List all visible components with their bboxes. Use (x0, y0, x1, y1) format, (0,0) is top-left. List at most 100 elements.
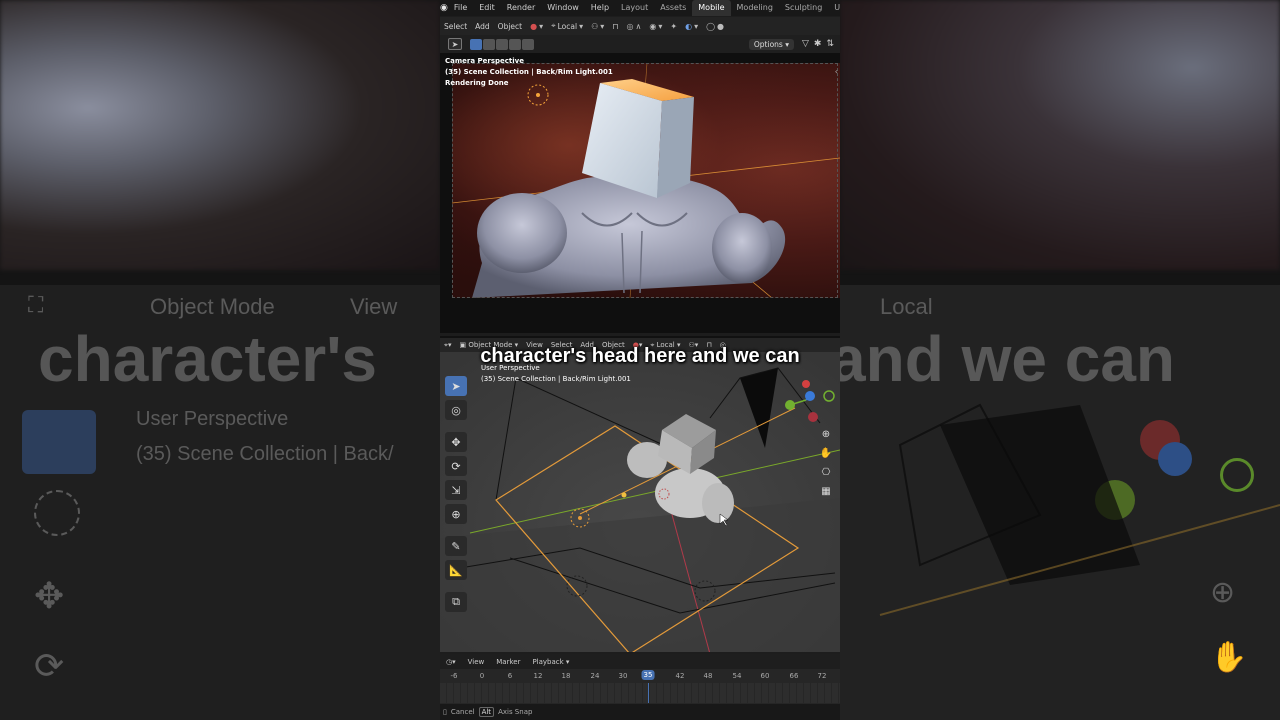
viewport-collection-label: (35) Scene Collection | Back/Rim Light.0… (481, 375, 631, 383)
orientation-dropdown[interactable]: ⌖ Local ▾ (547, 21, 587, 31)
frame-tick: 54 (732, 672, 742, 680)
add-cube-icon: ⧉ (452, 595, 460, 608)
status-cancel-label: Cancel (450, 708, 475, 716)
select-box-tool-icon[interactable]: ➤ (448, 38, 462, 50)
frame-tick: 24 (590, 672, 600, 680)
scale-icon: ⇲ (451, 483, 461, 497)
render-camera-label: Camera Perspective (445, 57, 524, 65)
background-wireframe (879, 403, 1280, 616)
header-object-menu[interactable]: Object (494, 22, 526, 31)
clock-icon: ◷ (446, 657, 453, 666)
tool-settings-row: ➤ Options ▾ ▽ ✱ ⇅ (440, 35, 840, 53)
magnet-icon: ⊓ (612, 21, 619, 31)
tab-sculpting[interactable]: Sculpting (779, 0, 828, 16)
measure-ruler-icon: 📐 (449, 563, 463, 577)
proportional-edit-toggle[interactable]: ◎ ∧ (623, 22, 646, 31)
chevron-down-icon: ▾ (579, 21, 584, 31)
select-mode-extend-button[interactable] (483, 38, 495, 50)
transform-icon: ⊕ (451, 507, 461, 521)
gizmo-icon: ✦ (670, 21, 678, 31)
tab-modeling[interactable]: Modeling (731, 0, 779, 16)
select-mode-subtract-button[interactable] (496, 38, 508, 50)
tab-uv-editing[interactable]: UV Editing (828, 0, 840, 28)
3d-viewport[interactable]: ⌖▾ ▣ Object Mode ▾ View Select Add Objec… (440, 336, 840, 652)
menu-file[interactable]: File (448, 0, 473, 16)
mouse-left-icon: ▯ (443, 708, 447, 716)
settings-gear-icon[interactable]: ✱ (814, 39, 822, 49)
move-tool-button[interactable]: ✥ (445, 432, 467, 452)
frame-tick: 30 (618, 672, 628, 680)
orientation-icon: ⌖ (551, 21, 556, 30)
background-mode-label: Object Mode (150, 294, 275, 319)
tab-layout[interactable]: Layout (615, 0, 654, 16)
camera-view-icon[interactable]: ⎔ (818, 464, 834, 480)
proportional-icon: ◎ (626, 21, 634, 31)
tab-assets[interactable]: Assets (654, 0, 692, 16)
options-dropdown[interactable]: Options ▾ (748, 38, 794, 50)
background-caption-left: character's (38, 323, 377, 395)
sort-icon[interactable]: ⇅ (826, 39, 834, 49)
chevron-down-icon: ▾ (694, 21, 699, 31)
navigation-controls: ⊕ ✋ ⎔ ▦ (818, 426, 834, 499)
scale-tool-button[interactable]: ⇲ (445, 480, 467, 500)
snap-toggle[interactable]: ⊓ (608, 22, 622, 31)
menu-edit[interactable]: Edit (473, 0, 501, 16)
header-select-menu[interactable]: Select (440, 22, 471, 31)
annotate-tool-button[interactable]: ✎ (445, 536, 467, 556)
timeline-editor-type-dropdown[interactable]: ◷▾ (440, 658, 462, 666)
object-color-icon: ● (530, 21, 538, 31)
background-collection-label: (35) Scene Collection | Back/ (136, 443, 394, 465)
gizmo-toggle[interactable]: ✦ (666, 22, 681, 31)
current-frame-indicator[interactable]: 35 (641, 670, 655, 680)
tab-mobile[interactable]: Mobile (692, 0, 731, 16)
add-cube-tool-button[interactable]: ⧉ (445, 592, 467, 612)
blender-logo-icon[interactable]: ◉ (440, 0, 448, 16)
top-menubar: ◉ File Edit Render Window Help Layout As… (440, 0, 840, 28)
chevron-down-icon: ▾ (658, 21, 663, 31)
zoom-icon[interactable]: ⊕ (818, 426, 834, 442)
shading-buttons[interactable]: ◯ ● (702, 22, 728, 31)
shading-wire-icon: ◯ (706, 21, 716, 31)
background-cursor-tool (34, 490, 80, 536)
background-render-blur (0, 0, 440, 270)
rotate-tool-button[interactable]: ⟳ (445, 456, 467, 476)
menu-help[interactable]: Help (585, 0, 615, 16)
collapse-arrow-icon[interactable]: ‹ (835, 67, 838, 76)
select-mode-intersect-button[interactable] (522, 38, 534, 50)
visibility-dropdown[interactable]: ◉ ▾ (645, 22, 666, 31)
select-mode-new-button[interactable] (470, 38, 482, 50)
header-add-menu[interactable]: Add (471, 22, 494, 31)
timeline-view-menu[interactable]: View (462, 658, 491, 666)
transform-tool-button[interactable]: ⊕ (445, 504, 467, 524)
playhead-line[interactable] (648, 683, 649, 703)
timeline-track[interactable] (440, 683, 840, 703)
cursor-tool-button[interactable]: ◎ (445, 400, 467, 420)
menu-render[interactable]: Render (501, 0, 541, 16)
timeline-ruler[interactable]: -6 0 6 12 18 24 30 42 48 54 60 66 72 35 (440, 669, 840, 683)
render-preview-area[interactable]: Camera Perspective (35) Scene Collection… (440, 53, 840, 333)
timeline-playback-dropdown[interactable]: Playback ▾ (526, 658, 575, 666)
filter-icon[interactable]: ▽ (802, 39, 809, 49)
pivot-dropdown[interactable]: ⚇ ▾ (587, 22, 608, 31)
select-mode-invert-button[interactable] (509, 38, 521, 50)
background-left: ⛶ Object Mode View character's User Pers… (0, 0, 440, 720)
screen: ⛶ Object Mode View character's User Pers… (0, 0, 1280, 720)
shading-solid-icon: ● (717, 21, 725, 31)
frame-tick: 12 (533, 672, 543, 680)
object-color-dropdown[interactable]: ● ▾ (526, 22, 547, 31)
header-right-icons: ▽ ✱ ⇅ (802, 39, 834, 49)
ortho-grid-icon[interactable]: ▦ (818, 483, 834, 499)
top-editor-header: Select Add Object ● ▾ ⌖ Local ▾ ⚇ ▾ ⊓ ◎ ∧ ◉ ▾ … (440, 17, 840, 35)
frame-tick: 60 (760, 672, 770, 680)
measure-tool-button[interactable]: 📐 (445, 560, 467, 580)
toolbar-left: ➤ ◎ ✥ ⟳ ⇲ ⊕ ✎ 📐 ⧉ (445, 376, 467, 612)
background-select-tool (22, 410, 96, 474)
pan-hand-icon[interactable]: ✋ (818, 445, 834, 461)
overlay-toggle[interactable]: ◐ ▾ (681, 22, 702, 31)
menu-window[interactable]: Window (541, 0, 585, 16)
selection-mode-buttons (470, 38, 534, 50)
timeline-marker-menu[interactable]: Marker (490, 658, 526, 666)
options-label: Options (753, 39, 783, 49)
move-icon: ✥ (451, 435, 461, 449)
select-tool-button[interactable]: ➤ (445, 376, 467, 396)
